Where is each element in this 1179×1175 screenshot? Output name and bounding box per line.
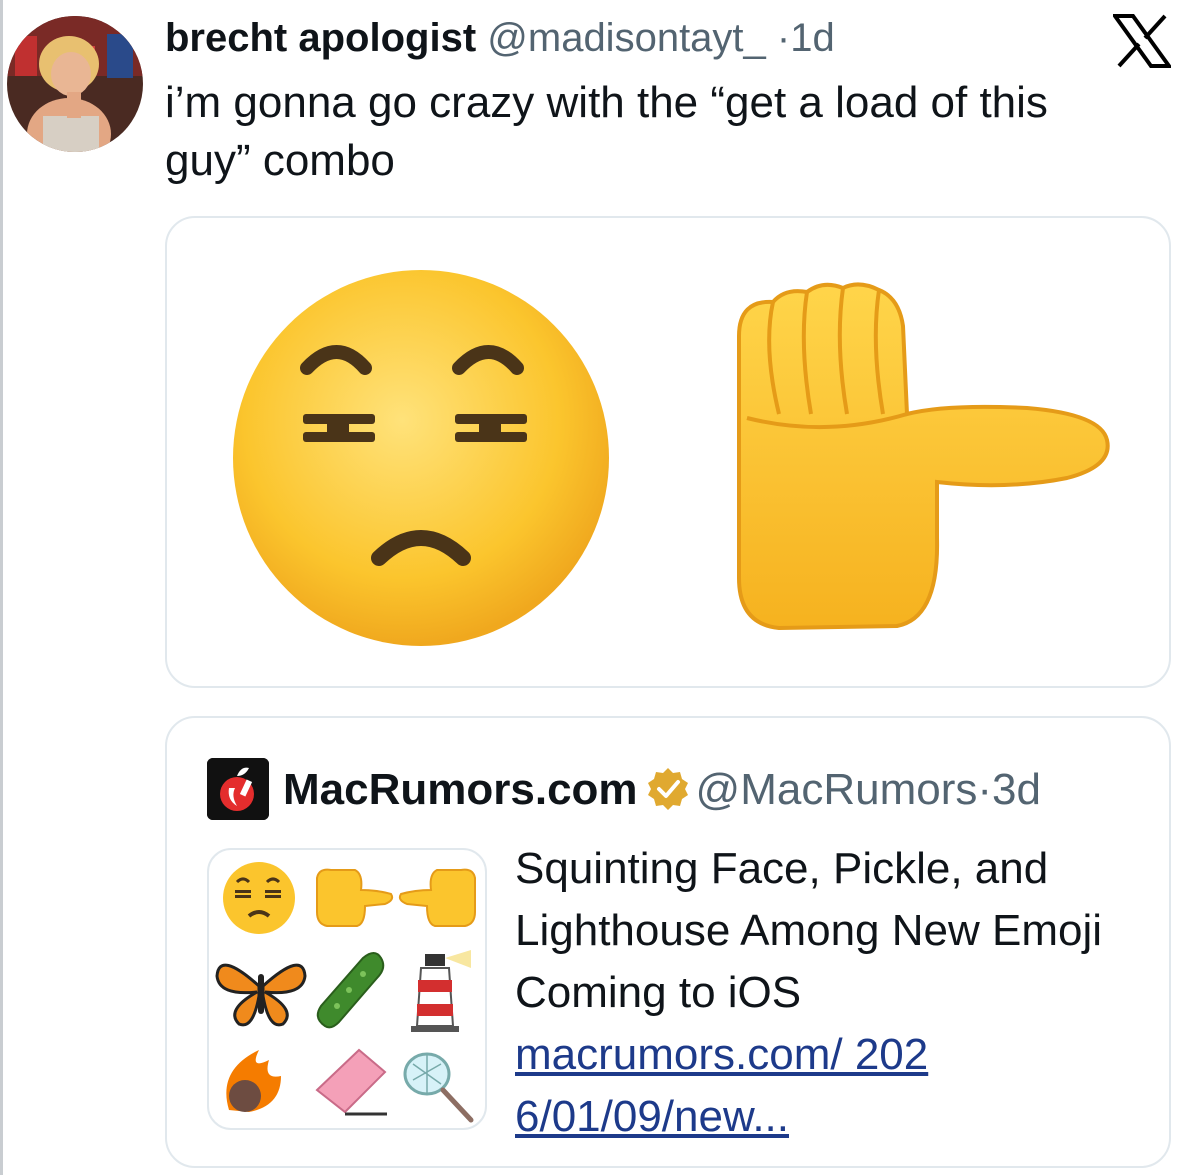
macrumors-logo-icon[interactable] (207, 758, 269, 820)
x-logo-icon (1111, 14, 1173, 68)
verified-badge-icon (646, 766, 690, 810)
user-avatar-photo (7, 16, 143, 152)
tweet-timestamp[interactable]: 1d (790, 16, 835, 60)
lighthouse-mini-icon (411, 950, 471, 1032)
quoted-tweet[interactable]: MacRumors.com @MacRumors·3d Squinting Fa… (165, 716, 1171, 1168)
tweet-header: brecht apologist @madisontayt_ ·1d (165, 12, 835, 64)
butterfly-mini-icon (215, 963, 307, 1027)
user-handle[interactable]: @madisontayt_ (487, 16, 766, 60)
link-preview[interactable]: Squinting Face, Pickle, and Lighthouse A… (515, 838, 1155, 1148)
quoted-timestamp[interactable]: 3d (992, 765, 1041, 814)
thumb-right-mini-icon (316, 868, 394, 927)
thumb-left-mini-icon (398, 868, 476, 927)
thumb-pointing-right-emoji (737, 282, 1110, 631)
quoted-user-handle[interactable]: @MacRumors (696, 765, 978, 814)
display-name[interactable]: brecht apologist (165, 16, 476, 60)
quoted-tweet-header: MacRumors.com @MacRumors·3d (283, 760, 1041, 820)
tweet-text: i’m gonna go crazy with the “get a load … (165, 78, 1048, 185)
separator-dot: · (776, 16, 791, 60)
link-url[interactable]: macrumors.com/ 2026/01/09/new... (515, 1024, 945, 1148)
squinting-face-mini-icon (223, 862, 295, 934)
net-mini-icon (403, 1052, 474, 1123)
user-avatar[interactable] (7, 16, 143, 152)
link-title[interactable]: Squinting Face, Pickle, and Lighthouse A… (515, 838, 1155, 1024)
squinting-face-emoji (233, 270, 609, 646)
eraser-mini-icon (315, 1048, 387, 1116)
meteor-mini-icon (226, 1050, 281, 1112)
tweet-media[interactable] (165, 216, 1171, 688)
quoted-display-name[interactable]: MacRumors.com (283, 765, 638, 814)
quoted-separator-dot: · (977, 765, 993, 814)
link-thumbnail[interactable] (207, 848, 487, 1130)
pickle-mini-icon (316, 952, 385, 1029)
